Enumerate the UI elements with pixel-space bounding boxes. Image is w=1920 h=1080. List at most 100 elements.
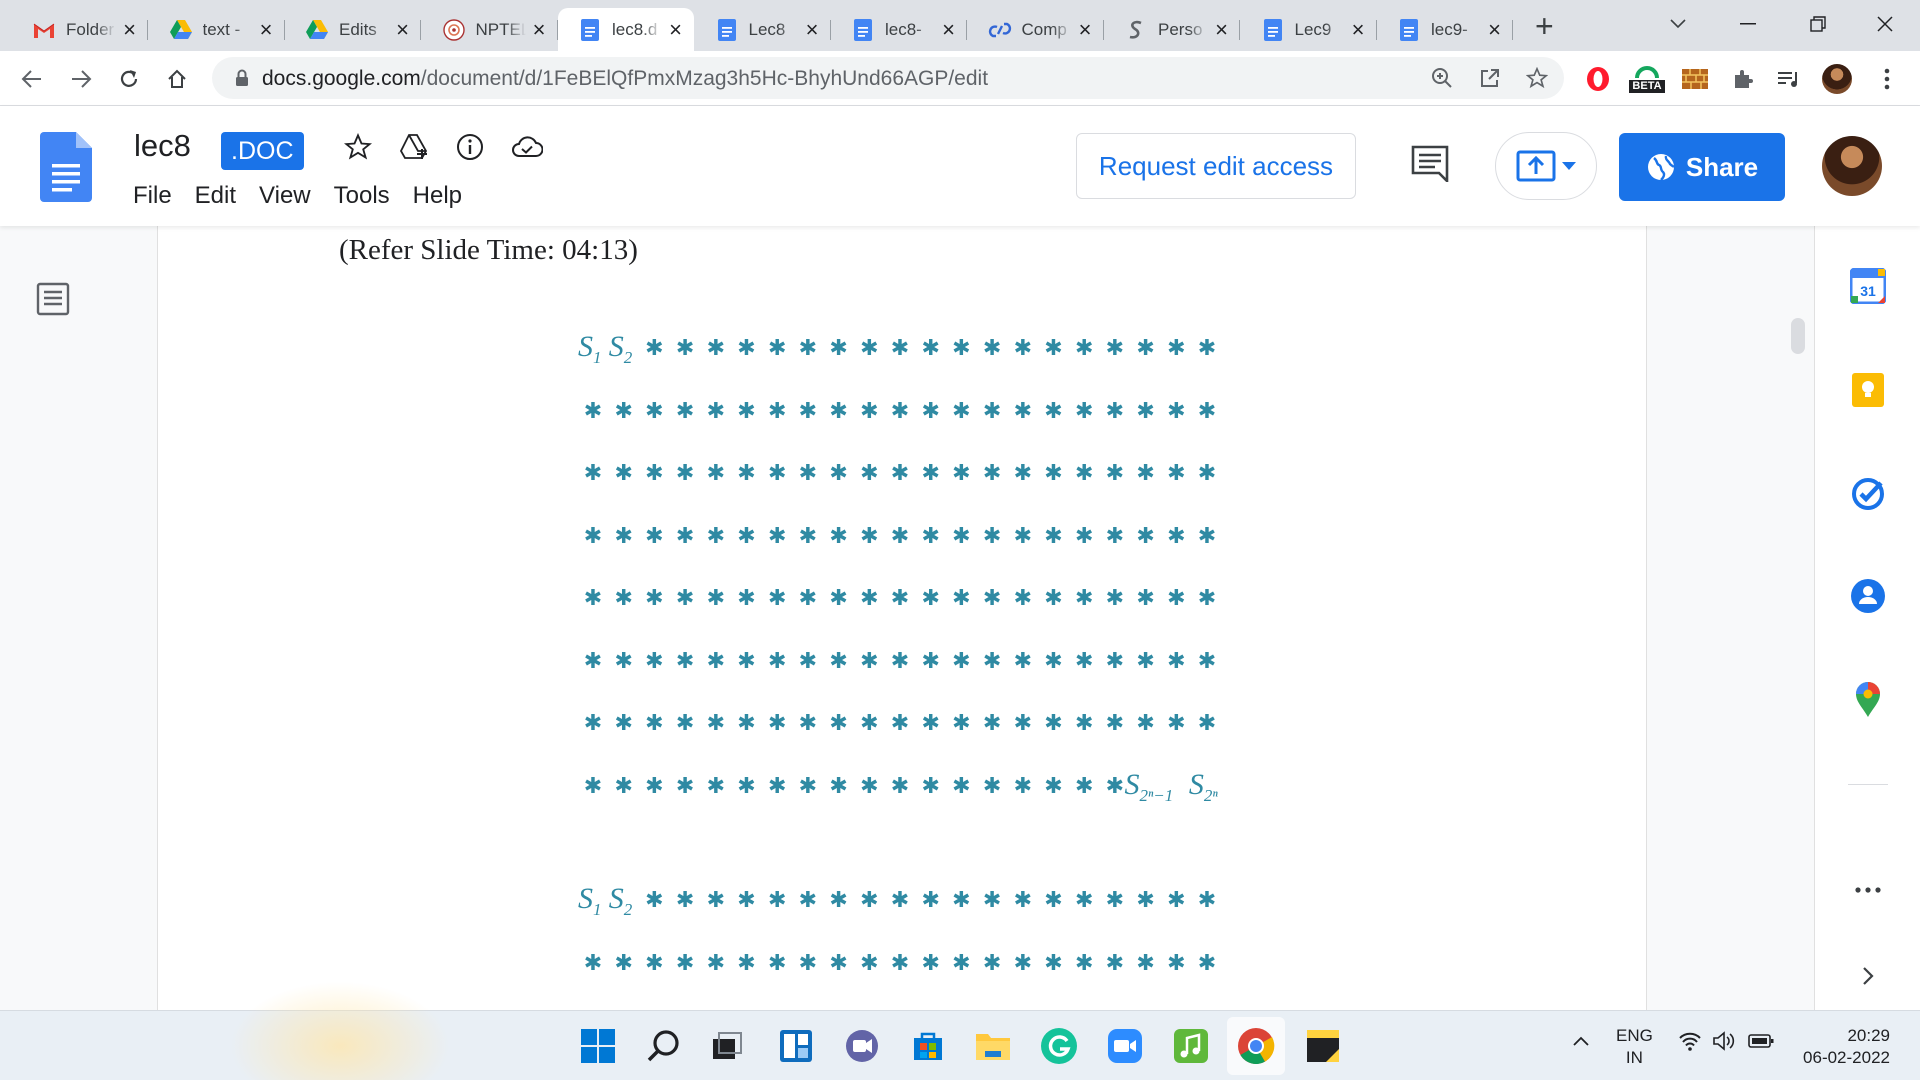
star-icon[interactable] [341,130,375,164]
beta-extension-icon[interactable]: BETA [1628,64,1666,94]
browser-tab[interactable]: Lec8 × [695,8,831,51]
tray-overflow-chevron-icon[interactable] [1572,1035,1590,1047]
request-edit-access-button[interactable]: Request edit access [1076,133,1356,199]
star-symbol: ✱ [1167,888,1186,913]
document-page[interactable]: (Refer Slide Time: 04:13) S1 S2 ✱ ✱ ✱ ✱ ✱ ✱ ✱ ✱ ✱ ✱… [157,226,1647,1010]
label-letter: S [608,882,624,915]
close-tab-icon[interactable]: × [123,18,136,41]
star-symbol: ✱ [1013,398,1033,424]
home-button[interactable] [161,63,193,95]
sticky-notes-icon[interactable] [1303,1026,1343,1066]
widgets-icon[interactable] [776,1026,816,1066]
zoom-meetings-icon[interactable] [1105,1026,1145,1066]
star-symbol: ✱ [1167,398,1186,424]
grammarly-icon[interactable] [1039,1026,1079,1066]
cloud-saved-icon[interactable] [510,130,544,164]
clock-date: 06-02-2022 [1803,1048,1890,1067]
file-explorer-icon[interactable] [973,1026,1013,1066]
browser-tab[interactable]: Perso × [1104,8,1240,51]
browser-toolbar: docs.google.com/document/d/1FeBElQfPmxMz… [0,51,1920,106]
reload-button[interactable] [113,63,145,95]
comment-history-button[interactable] [1410,144,1450,182]
close-tab-icon[interactable]: × [1352,18,1365,41]
close-tab-icon[interactable]: × [533,18,546,41]
system-clock[interactable]: 20:29 06-02-2022 [1790,1025,1890,1069]
star-symbol: ✱ [1105,398,1125,424]
battery-icon[interactable] [1748,1033,1774,1049]
label-subscript: 2ⁿ−1 [1139,785,1174,805]
audio-app-icon[interactable] [1171,1026,1211,1066]
document-title[interactable]: lec8 [134,128,191,164]
browser-tab[interactable]: Comp × [968,8,1104,51]
menu-edit[interactable]: Edit [195,182,236,210]
search-icon[interactable] [644,1026,684,1066]
close-tab-icon[interactable]: × [1488,18,1501,41]
language-indicator[interactable]: ENG IN [1616,1025,1653,1069]
forward-button[interactable] [65,63,97,95]
browser-tab-active[interactable]: lec8.d × [558,8,694,51]
lock-icon[interactable] [230,66,254,90]
close-tab-icon[interactable]: × [806,18,819,41]
teams-chat-icon[interactable] [842,1026,882,1066]
star-symbol: ✱ [1197,711,1217,736]
browser-tab[interactable]: lec8- × [831,8,967,51]
share-page-icon[interactable] [1478,66,1502,90]
microsoft-store-icon[interactable] [908,1026,948,1066]
close-tab-icon[interactable]: × [669,18,682,41]
menu-help[interactable]: Help [413,182,462,210]
browser-tab[interactable]: Edits × [285,8,421,51]
minimize-button[interactable] [1723,6,1773,42]
close-tab-icon[interactable]: × [942,18,955,41]
vertical-scrollbar-thumb[interactable] [1791,318,1805,354]
add-to-drive-icon[interactable] [397,130,431,164]
close-tab-icon[interactable]: × [1079,18,1092,41]
chrome-icon[interactable] [1227,1017,1285,1075]
browser-menu-button[interactable] [1872,64,1902,94]
calendar-icon[interactable]: 31 [1848,266,1888,306]
star-symbol: ✱ [982,773,1002,799]
close-tab-icon[interactable]: × [396,18,409,41]
volume-icon[interactable] [1712,1031,1736,1051]
close-tab-icon[interactable]: × [260,18,273,41]
contacts-icon[interactable] [1848,576,1888,616]
task-view-icon[interactable] [707,1026,747,1066]
keep-icon[interactable] [1848,370,1888,410]
present-button[interactable] [1495,132,1597,200]
document-outline-icon[interactable] [36,282,70,316]
extensions-puzzle-icon[interactable] [1728,64,1758,94]
opera-extension-icon[interactable] [1583,64,1613,94]
brick-extension-icon[interactable] [1680,64,1710,94]
zoom-icon[interactable] [1430,66,1454,90]
tab-search-button[interactable] [1653,6,1703,42]
close-window-button[interactable] [1860,6,1910,42]
menu-tools[interactable]: Tools [334,182,390,210]
windows-start-icon[interactable] [578,1026,618,1066]
browser-tab[interactable]: Lec9 × [1241,8,1377,51]
wifi-icon[interactable] [1678,1031,1702,1051]
share-button[interactable]: Share [1619,133,1785,201]
info-icon[interactable] [453,130,487,164]
chevron-right-icon[interactable] [1848,956,1888,996]
menu-view[interactable]: View [259,182,311,210]
profile-avatar[interactable] [1822,64,1852,94]
browser-tab[interactable]: Folder × [12,8,148,51]
browser-tab[interactable]: NPTEL × [422,8,558,51]
browser-tab[interactable]: lec9- × [1377,8,1513,51]
google-docs-logo[interactable] [40,132,92,202]
close-tab-icon[interactable]: × [1215,18,1228,41]
address-bar[interactable]: docs.google.com/document/d/1FeBElQfPmxMz… [212,57,1564,99]
browser-tab[interactable]: text - × [149,8,285,51]
new-tab-button[interactable]: + [1535,10,1554,42]
restore-button[interactable] [1793,6,1843,42]
account-avatar[interactable] [1822,136,1882,196]
media-control-icon[interactable] [1773,64,1803,94]
menu-file[interactable]: File [133,182,172,210]
star-symbol: ✱ [1136,398,1155,424]
star-symbol: ✱ [952,461,971,486]
back-button[interactable] [16,63,48,95]
maps-icon[interactable] [1848,680,1888,720]
tasks-icon[interactable] [1848,474,1888,514]
more-apps-icon[interactable] [1848,870,1888,910]
star-symbol: ✱ [737,586,756,611]
bookmark-star-icon[interactable] [1525,66,1549,90]
